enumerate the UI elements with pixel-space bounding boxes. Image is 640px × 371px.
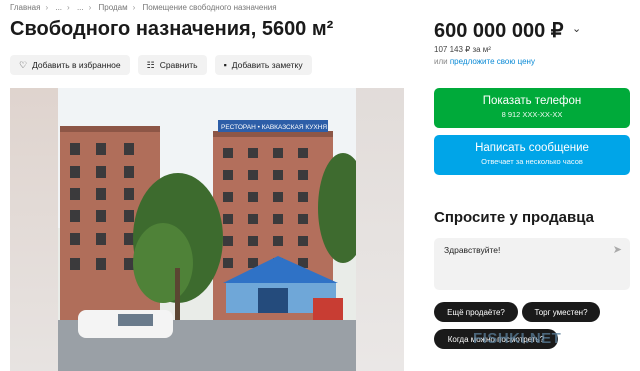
add-note-label: Добавить заметку (231, 60, 303, 70)
add-favorite-label: Добавить в избранное (32, 60, 121, 70)
photo-blur-right (356, 88, 404, 371)
building-photo: РЕСТОРАН • КАВКАЗСКАЯ КУХНЯ (58, 88, 356, 371)
message-input[interactable]: Здравствуйте! ➤ (434, 238, 630, 290)
send-icon[interactable]: ➤ (613, 243, 622, 256)
ask-seller-heading: Спросите у продавца (434, 209, 594, 226)
breadcrumb-category[interactable]: Помещение свободного назначения (143, 3, 277, 12)
quick-question-chip[interactable]: Ещё продаёте? (434, 302, 518, 322)
photo-blur-left (10, 88, 58, 371)
page-title: Свободного назначения, 5600 м² (10, 18, 334, 40)
price-per-m2: 107 143 ₽ за м² (434, 45, 491, 54)
compare-label: Сравнить (159, 60, 198, 70)
breadcrumb-item[interactable]: ... (55, 3, 62, 12)
price-offer-line: или предложите свою цену (434, 57, 535, 66)
listing-photo[interactable]: РЕСТОРАН • КАВКАЗСКАЯ КУХНЯ (10, 88, 404, 371)
quick-question-chip[interactable]: Торг уместен? (522, 302, 600, 322)
add-note-button[interactable]: ▪ Добавить заметку (214, 55, 312, 75)
watermark: FISHKI.NET (473, 330, 562, 347)
heart-icon: ♡ (19, 59, 28, 70)
write-message-button[interactable]: Написать сообщение Отвечает за несколько… (434, 135, 630, 175)
message-text: Здравствуйте! (444, 245, 501, 255)
compare-button[interactable]: ☷ Сравнить (137, 55, 207, 75)
show-phone-label: Показать телефон (482, 95, 582, 107)
chevron-down-icon[interactable]: ⌄ (572, 22, 581, 35)
building-sign: РЕСТОРАН • КАВКАЗСКАЯ КУХНЯ (221, 124, 327, 131)
response-time: Отвечает за несколько часов (481, 157, 583, 166)
compare-icon: ☷ (146, 59, 155, 70)
note-icon: ▪ (223, 60, 227, 70)
breadcrumb: Главная › ... › ... › Продам › Помещение сво… (10, 3, 277, 12)
show-phone-button[interactable]: Показать телефон 8 912 XXX-XX-XX (434, 88, 630, 128)
breadcrumb-home[interactable]: Главная (10, 3, 40, 12)
listing-actions: ♡ Добавить в избранное ☷ Сравнить ▪ Доба… (10, 55, 312, 75)
phone-masked: 8 912 XXX-XX-XX (501, 110, 563, 119)
offer-prefix: или (434, 57, 448, 66)
listing-price: 600 000 000 ₽ (434, 20, 564, 42)
add-favorite-button[interactable]: ♡ Добавить в избранное (10, 55, 130, 75)
offer-price-link[interactable]: предложите свою цену (450, 57, 535, 66)
write-message-label: Написать сообщение (475, 142, 589, 154)
breadcrumb-sell[interactable]: Продам (99, 3, 128, 12)
breadcrumb-item[interactable]: ... (77, 3, 84, 12)
